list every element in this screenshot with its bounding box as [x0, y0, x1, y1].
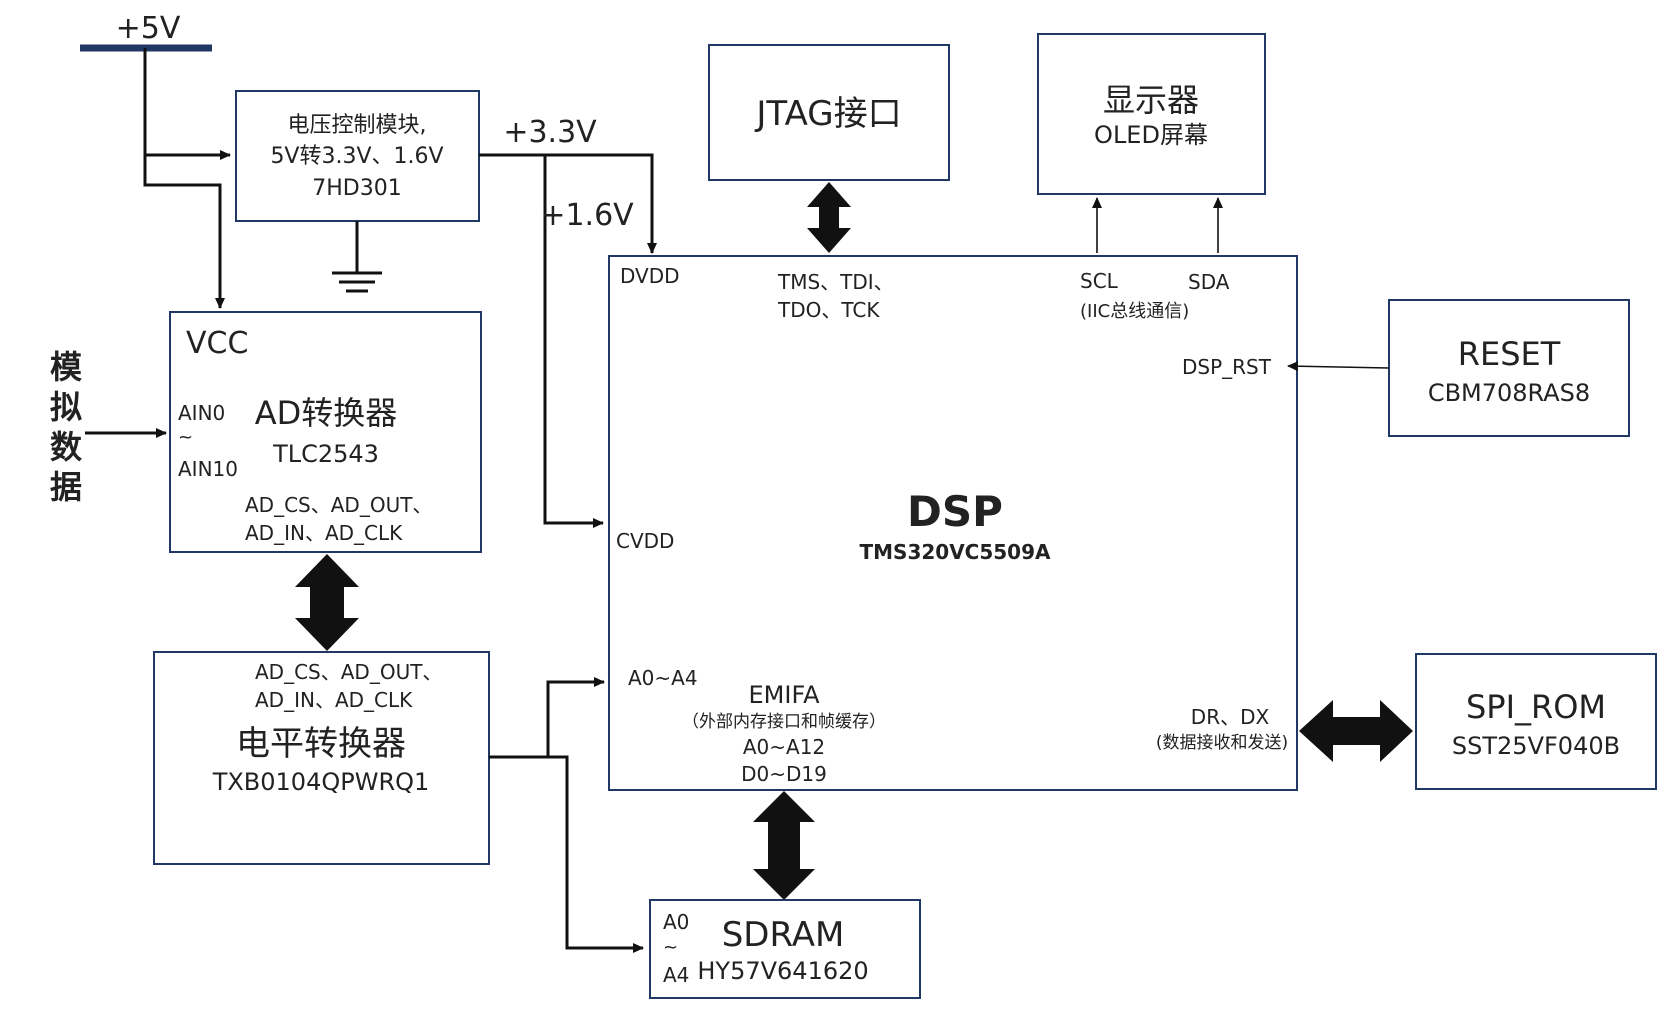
dsp-emifa: EMIFA — [749, 681, 821, 709]
dsp-pin-d0d19: D0~D19 — [741, 762, 827, 786]
label-3v3: +3.3V — [503, 115, 597, 150]
dsp-sdram-bidirectional-arrow — [753, 791, 815, 900]
regulator-line1: 电压控制模块, — [288, 113, 427, 138]
dsp-drdx-desc: (数据接收和发送) — [1156, 733, 1288, 753]
dsp-pin-a0a12: A0~A12 — [743, 735, 825, 759]
sdram-part: HY57V641620 — [697, 957, 868, 985]
dsp-pin-dvdd: DVDD — [620, 264, 680, 288]
dsp-spi-rom-bidirectional-arrow — [1299, 700, 1413, 762]
adc-level-shifter-bidirectional-arrow — [295, 554, 359, 651]
label-1v6: +1.6V — [540, 198, 634, 233]
sdram-title: SDRAM — [722, 915, 845, 955]
adc-tilde: ~ — [178, 427, 193, 448]
adc-vcc: VCC — [186, 326, 248, 361]
dsp-pin-scl: SCL — [1080, 269, 1119, 293]
analog-input-text: 模拟数据 — [50, 348, 83, 506]
adc-pins-line2: AD_IN、AD_CLK — [245, 521, 403, 545]
level-shifter-title: 电平转换器 — [236, 724, 406, 764]
dsp-i2c-note: (IIC总线通信) — [1080, 301, 1189, 322]
wire-reset-to-dsp — [1287, 361, 1390, 372]
analog-input-label: 模拟数据 — [50, 348, 83, 506]
sdram-tilde: ~ — [663, 937, 678, 958]
dsp-jtag-pins-line2: TDO、TCK — [777, 298, 880, 322]
dsp-jtag-pins-line1: TMS、TDI、 — [777, 270, 894, 294]
adc-ain0: AIN0 — [178, 401, 225, 425]
label-5v: +5V — [116, 11, 181, 46]
wire-5v-to-adc — [143, 155, 225, 309]
spi-rom-part: SST25VF040B — [1452, 732, 1620, 760]
dsp-pin-sda: SDA — [1188, 270, 1230, 294]
dsp-part: TMS320VC5509A — [860, 540, 1052, 564]
spi-rom-title: SPI_ROM — [1466, 688, 1606, 726]
regulator-line3: 7HD301 — [312, 176, 401, 201]
dsp-title: DSP — [907, 487, 1003, 536]
dsp-emifa-desc: （外部内存接口和帧缓存） — [682, 712, 886, 732]
system-block-diagram: +5V 电压控制模块, 5V转3.3V、1.6V 7HD301 +3.3V +1… — [50, 11, 1657, 999]
dsp-pin-a0a4: A0~A4 — [628, 666, 698, 690]
adc-title: AD转换器 — [255, 394, 398, 432]
display-title: 显示器 — [1103, 81, 1199, 119]
wire-5v-to-regulator — [143, 48, 231, 160]
level-shifter-part: TXB0104QPWRQ1 — [212, 768, 430, 796]
adc-pins-line1: AD_CS、AD_OUT、 — [245, 493, 432, 517]
ground-icon — [332, 221, 382, 293]
adc-ain10: AIN10 — [178, 457, 238, 481]
dsp-pin-cvdd: CVDD — [616, 529, 674, 553]
dsp-pin-rst: DSP_RST — [1182, 355, 1272, 379]
sdram-pin-a0: A0 — [663, 910, 689, 934]
sdram-pin-a4: A4 — [663, 963, 689, 987]
jtag-title: JTAG接口 — [754, 94, 901, 134]
adc-part: TLC2543 — [272, 440, 379, 468]
reset-part: CBM708RAS8 — [1428, 379, 1590, 407]
regulator-line2: 5V转3.3V、1.6V — [270, 144, 443, 169]
display-subtitle: OLED屏幕 — [1094, 121, 1208, 149]
jtag-bidirectional-arrow — [807, 182, 851, 253]
level-shifter-pins-line1: AD_CS、AD_OUT、 — [255, 660, 442, 684]
dsp-pin-drdx: DR、DX — [1191, 705, 1270, 729]
reset-title: RESET — [1458, 335, 1561, 373]
wire-level-shifter-to-dsp — [489, 677, 605, 759]
level-shifter-pins-line2: AD_IN、AD_CLK — [255, 688, 413, 712]
